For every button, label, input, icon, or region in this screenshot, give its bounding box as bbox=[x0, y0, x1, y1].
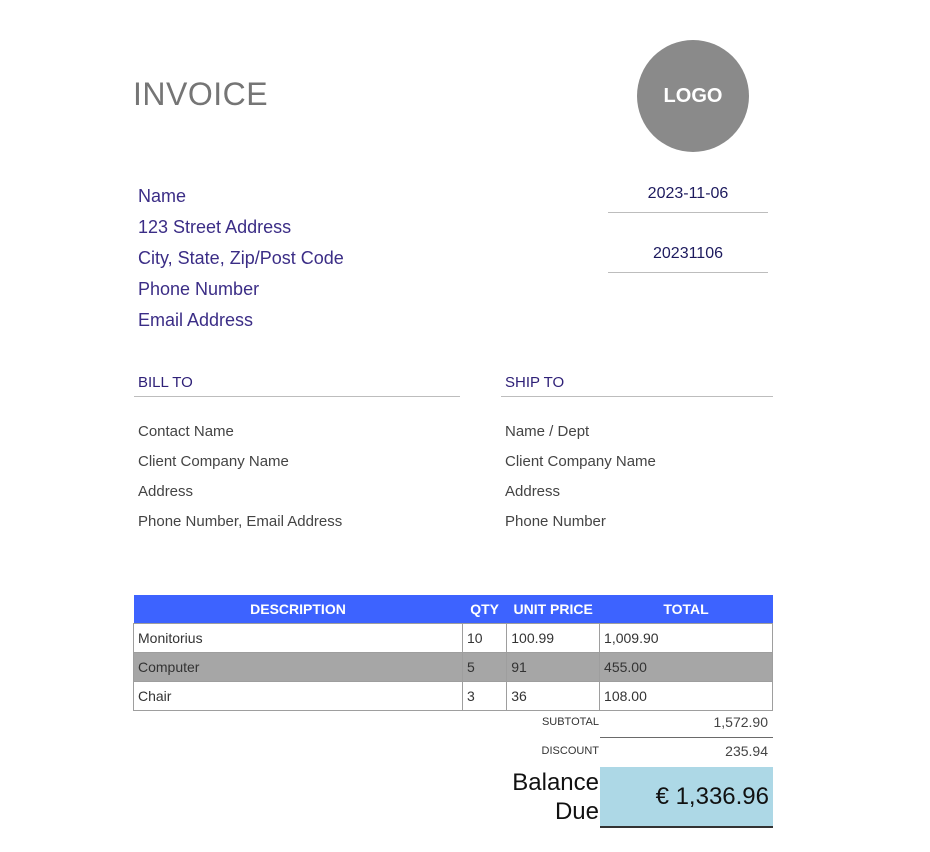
subtotal-value: 1,572.90 bbox=[713, 714, 769, 730]
sender-email: Email Address bbox=[138, 310, 254, 330]
ship-to-company: Client Company Name bbox=[505, 453, 656, 470]
bill-to-section: BILL TO Contact Name Client Company Name… bbox=[134, 374, 460, 542]
discount-value[interactable]: 235.94 bbox=[600, 743, 772, 759]
cell-qty[interactable]: 10 bbox=[461, 623, 508, 653]
column-header-qty: QTY bbox=[462, 595, 507, 624]
sender-block: Name 123 Street Address City, State, Zip… bbox=[138, 184, 344, 339]
cell-description[interactable]: Computer bbox=[133, 652, 463, 682]
bill-to-address: Address bbox=[138, 483, 194, 500]
cell-qty[interactable]: 3 bbox=[461, 681, 508, 711]
invoice-title: INVOICE bbox=[133, 76, 269, 112]
table-header-row: DESCRIPTION QTY UNIT PRICE TOTAL bbox=[133, 595, 773, 624]
invoice-date-field[interactable]: 2023-11-06 bbox=[608, 184, 768, 213]
sender-street: 123 Street Address bbox=[138, 217, 292, 237]
balance-due-label-line2: Due bbox=[554, 798, 599, 825]
subtotal-divider bbox=[600, 737, 773, 738]
ship-to-phone: Phone Number bbox=[505, 513, 606, 530]
bill-to-phone-email: Phone Number, Email Address bbox=[138, 513, 343, 530]
ship-to-name-dept: Name / Dept bbox=[505, 423, 590, 440]
invoice-number-field[interactable]: 20231106 bbox=[608, 244, 768, 273]
bill-to-contact: Contact Name bbox=[138, 423, 234, 440]
balance-due-label-line1: Balance bbox=[512, 769, 599, 796]
ship-to-address: Address bbox=[505, 483, 561, 500]
cell-description[interactable]: Chair bbox=[133, 681, 463, 711]
line-items-table: DESCRIPTION QTY UNIT PRICE TOTAL Monitor… bbox=[133, 595, 773, 711]
discount-label: DISCOUNT bbox=[541, 745, 599, 757]
column-header-total: TOTAL bbox=[599, 595, 773, 624]
subtotal-label: SUBTOTAL bbox=[541, 716, 599, 728]
column-header-unit-price: UNIT PRICE bbox=[506, 595, 600, 624]
cell-unit-price[interactable]: 91 bbox=[506, 652, 601, 682]
cell-total: 455.00 bbox=[599, 652, 773, 682]
balance-due-value: € 1,336.96 bbox=[600, 767, 773, 828]
table-row: Monitorius 10 100.99 1,009.90 bbox=[133, 623, 773, 653]
sender-city: City, State, Zip/Post Code bbox=[138, 248, 344, 268]
sender-phone: Phone Number bbox=[138, 279, 260, 299]
balance-due-label: Balance Due bbox=[480, 768, 599, 826]
cell-qty[interactable]: 5 bbox=[461, 652, 508, 682]
ship-to-section: SHIP TO Name / Dept Client Company Name … bbox=[501, 374, 773, 542]
table-row: Computer 5 91 455.00 bbox=[133, 652, 773, 682]
cell-unit-price[interactable]: 36 bbox=[506, 681, 601, 711]
sender-name: Name bbox=[138, 186, 187, 206]
cell-unit-price[interactable]: 100.99 bbox=[506, 623, 601, 653]
company-logo: LOGO bbox=[637, 40, 749, 152]
bill-to-company: Client Company Name bbox=[138, 453, 289, 470]
cell-total: 108.00 bbox=[599, 681, 773, 711]
cell-total: 1,009.90 bbox=[599, 623, 773, 653]
bill-to-heading: BILL TO bbox=[134, 374, 460, 397]
table-row: Chair 3 36 108.00 bbox=[133, 681, 773, 711]
column-header-description: DESCRIPTION bbox=[133, 595, 463, 624]
cell-description[interactable]: Monitorius bbox=[133, 623, 463, 653]
ship-to-heading: SHIP TO bbox=[501, 374, 773, 397]
